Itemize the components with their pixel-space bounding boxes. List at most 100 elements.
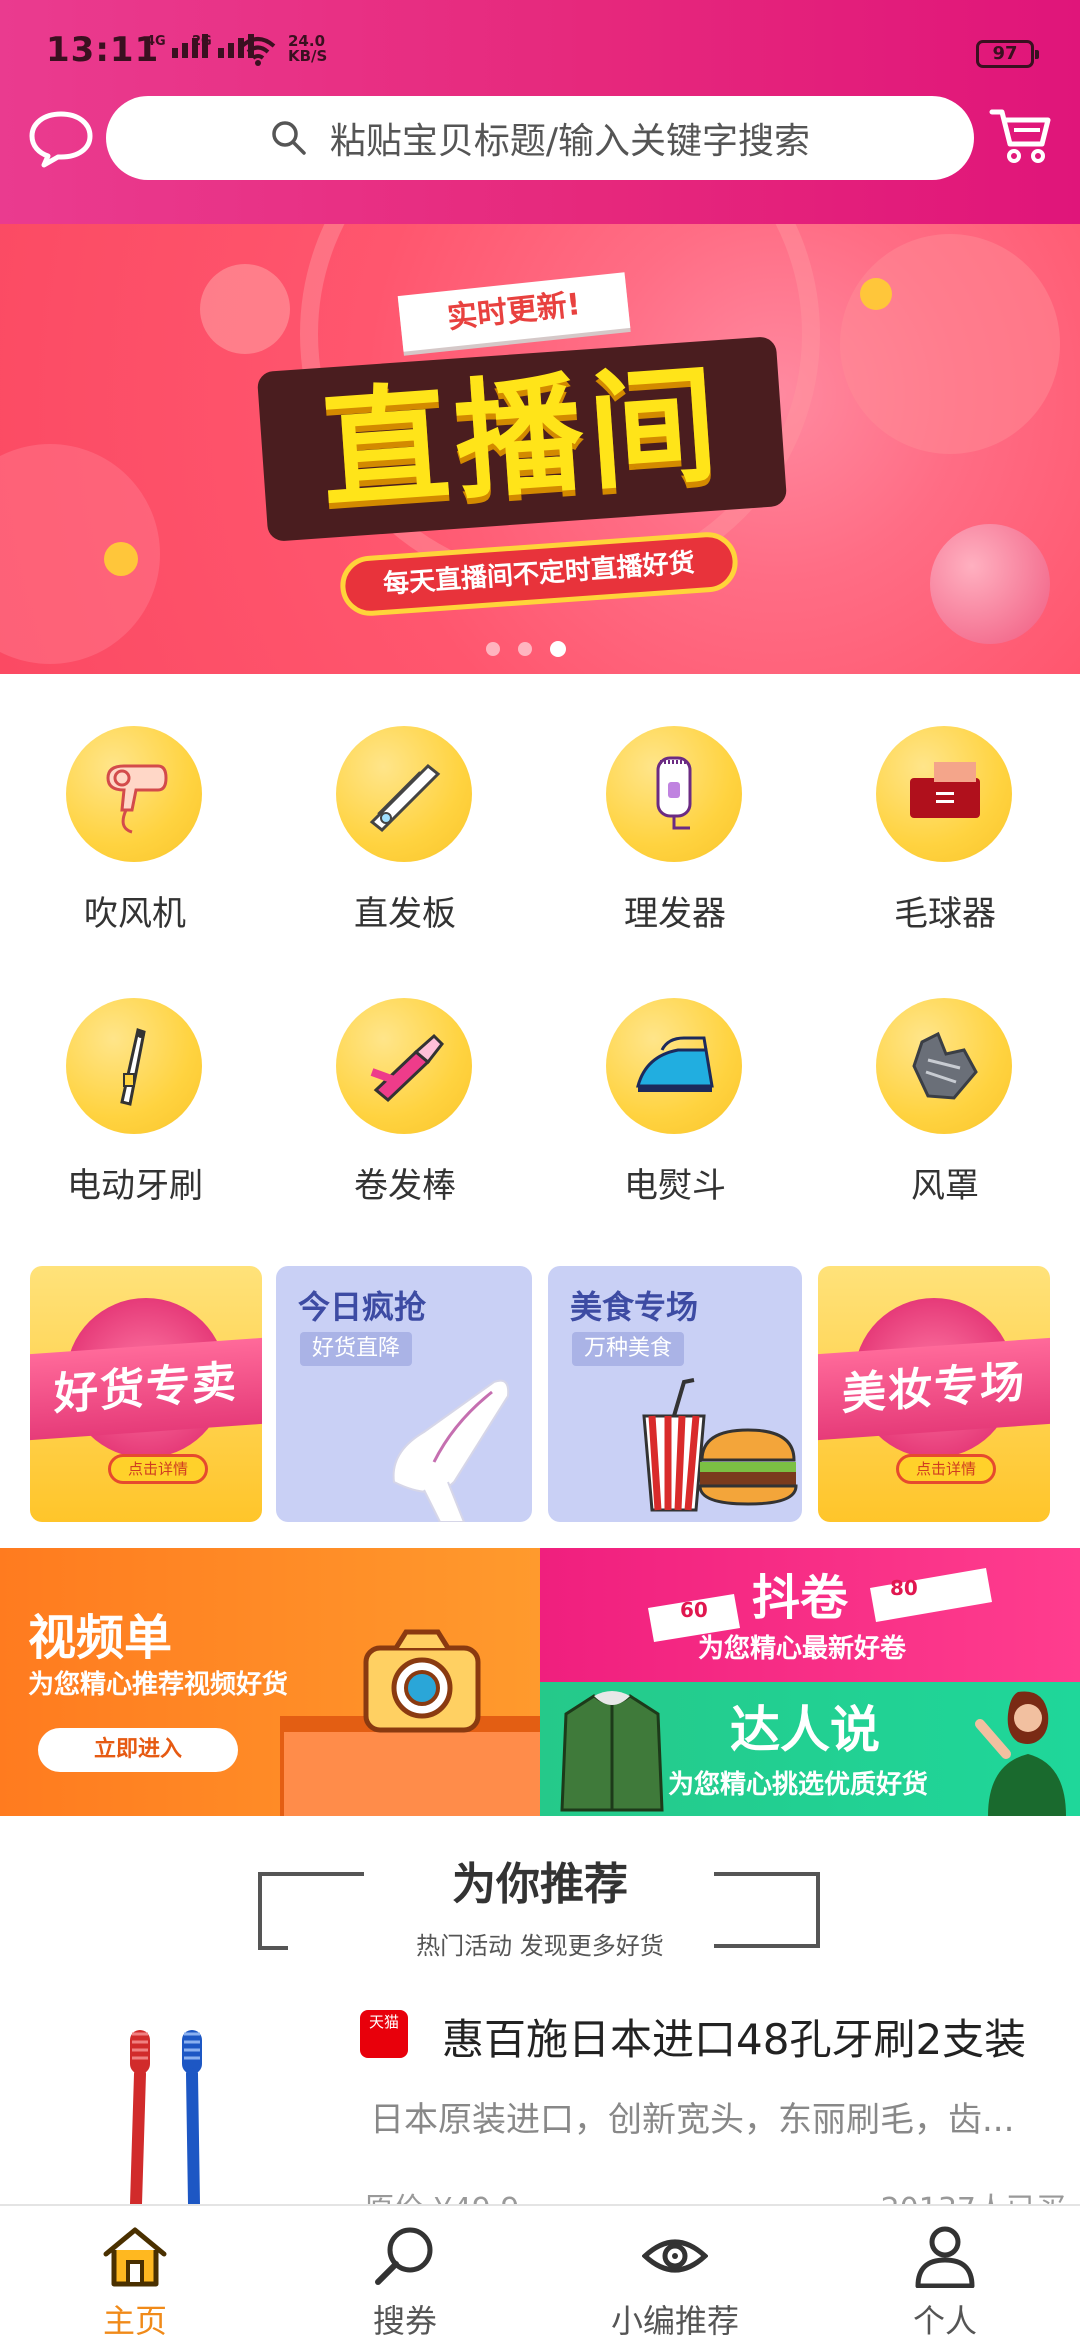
product-description: 日本原装进口，创新宽头，东丽刷毛，齿... (370, 2100, 1015, 2140)
search-icon (375, 2227, 433, 2285)
wifi-icon (240, 37, 276, 66)
hair-straightener-icon (336, 726, 472, 862)
iron-icon (606, 998, 742, 1134)
hair-dryer-product-icon (392, 1379, 510, 1522)
category-curling-iron[interactable]: 卷发棒 (270, 972, 540, 1242)
recommend-header: 为你推荐 热门活动 发现更多好货 (0, 1836, 1080, 1976)
promo-tag: 好货直降 (300, 1332, 413, 1366)
tab-label: 搜券 (372, 2302, 437, 2340)
category-diffuser[interactable]: 风罩 (810, 972, 1080, 1242)
promo-row: 好货专卖 点击详情 今日疯抢 好货直降 美食专场 万种美食 美妆专场 点击详情 (0, 1262, 1080, 1526)
jacket-icon (560, 1691, 664, 1812)
electric-toothbrush-icon (66, 998, 202, 1134)
recommend-subtitle: 热门活动 发现更多好货 (416, 1932, 664, 1960)
tmall-badge-label: 天猫 (368, 2013, 399, 2031)
category-label: 直发板 (354, 894, 456, 934)
promo-card-good-goods[interactable]: 好货专卖 点击详情 (30, 1266, 262, 1522)
home-icon (103, 2227, 167, 2287)
tab-label: 个人 (912, 2302, 977, 2340)
search-bar[interactable]: 粘贴宝贝标题/输入关键字搜索 (106, 96, 974, 180)
influencer-title: 达人说 (730, 1701, 880, 1759)
category-iron[interactable]: 电熨斗 (540, 972, 810, 1242)
promo-card-beauty[interactable]: 美妆专场 点击详情 (818, 1266, 1050, 1522)
category-hair-dryer[interactable]: 吹风机 (0, 700, 270, 970)
model-figure-icon (975, 1691, 1066, 1816)
category-hair-straightener[interactable]: 直发板 (270, 700, 540, 970)
banner-title: 直播间 (256, 336, 788, 542)
enter-button[interactable]: 立即进入 (38, 1728, 238, 1772)
burger-drink-icon (642, 1378, 798, 1512)
hair-clipper-icon (606, 726, 742, 862)
promo-cta: 点击详情 (896, 1454, 996, 1484)
eye-icon (642, 2239, 708, 2273)
coupon-title: 抖卷 (752, 1570, 849, 1626)
coupon-value: 80 (890, 1576, 918, 1600)
carousel-dot-active[interactable] (550, 641, 566, 657)
category-label: 电熨斗 (624, 1166, 726, 1206)
feature-section: 视频单 为您精心推荐视频好货 立即进入 60 80 抖卷 为您精心最新好卷 达人… (0, 1548, 1080, 1816)
status-bar: 13:11 4G 2G 24.0 KB/S 97 (0, 0, 1080, 90)
category-grid: 吹风机 直发板 理发器 毛球器 电动牙刷 卷发棒 电熨斗 风罩 (0, 700, 1080, 1240)
tab-search[interactable]: 搜券 (270, 2206, 540, 2340)
category-lint-remover[interactable]: 毛球器 (810, 700, 1080, 970)
network-2g-label: 2G (192, 34, 212, 49)
category-label: 理发器 (624, 894, 726, 934)
product-original-price: 原价 ¥49.9 (364, 2184, 519, 2204)
video-title: 视频单 (28, 1610, 173, 1666)
promo-tag: 万种美食 (572, 1332, 685, 1366)
category-electric-toothbrush[interactable]: 电动牙刷 (0, 972, 270, 1242)
coupon-subtitle: 为您精心最新好卷 (698, 1634, 907, 1664)
banner-subtitle: 每天直播间不定时直播好货 (338, 530, 740, 618)
lint-remover-icon (876, 726, 1012, 862)
tab-profile[interactable]: 个人 (810, 2206, 1080, 2340)
tab-home[interactable]: 主页 (0, 2206, 270, 2340)
category-label: 卷发棒 (354, 1166, 456, 1206)
tab-label: 主页 (102, 2302, 167, 2340)
hair-dryer-icon (66, 726, 202, 862)
carousel-dot[interactable] (518, 642, 532, 656)
category-hair-clipper[interactable]: 理发器 (540, 700, 810, 970)
coupon-value: 60 (680, 1598, 708, 1622)
promo-card-food[interactable]: 美食专场 万种美食 (548, 1266, 802, 1522)
carousel-dots[interactable] (486, 641, 566, 657)
tab-label: 小编推荐 (610, 2302, 739, 2340)
recommend-title: 为你推荐 (452, 1859, 628, 1910)
tab-editor-picks[interactable]: 小编推荐 (540, 2206, 810, 2340)
video-subtitle: 为您精心推荐视频好货 (28, 1670, 289, 1700)
carousel-dot[interactable] (486, 642, 500, 656)
home-page: 13:11 4G 2G 24.0 KB/S 97 粘贴宝贝标题/输入关键字搜索 … (0, 0, 1080, 2340)
camera-icon (363, 1629, 481, 1733)
promo-title: 美食专场 (570, 1288, 699, 1326)
speed-unit: KB/S (288, 47, 328, 65)
influencer-panel[interactable]: 达人说 为您精心挑选优质好货 (540, 1682, 1080, 1816)
diffuser-icon (876, 998, 1012, 1134)
search-placeholder: 粘贴宝贝标题/输入关键字搜索 (329, 121, 811, 162)
product-sold-count: 20137人已买 (881, 2184, 1066, 2204)
category-label: 毛球器 (894, 894, 996, 934)
coupon-ticket-icon (870, 1568, 992, 1622)
coupon-panel[interactable]: 60 80 抖卷 为您精心最新好卷 (540, 1548, 1080, 1682)
tmall-badge: 天猫 (360, 2010, 408, 2058)
status-time: 13:11 (46, 30, 160, 70)
video-list-panel[interactable]: 视频单 为您精心推荐视频好货 立即进入 (0, 1548, 540, 1816)
network-speed: 24.0 KB/S (288, 34, 327, 64)
category-label: 风罩 (911, 1166, 979, 1206)
promo-card-today[interactable]: 今日疯抢 好货直降 (276, 1266, 532, 1522)
network-4g-label: 4G (146, 34, 166, 49)
cart-icon[interactable] (988, 104, 1054, 166)
category-label: 电动牙刷 (67, 1166, 203, 1206)
live-banner[interactable]: 实时更新! 直播间 每天直播间不定时直播好货 (0, 224, 1080, 674)
promo-badge: 好货专卖 (30, 1337, 262, 1441)
category-label: 吹风机 (84, 894, 186, 934)
product-name: 惠百施日本进口48孔牙刷2支装 (442, 2015, 1027, 2064)
battery-indicator: 97 (976, 40, 1039, 68)
header: 13:11 4G 2G 24.0 KB/S 97 粘贴宝贝标题/输入关键字搜索 (0, 0, 1080, 224)
product-card[interactable]: 天猫 惠百施日本进口48孔牙刷2支装 日本原装进口，创新宽头，东丽刷毛，齿...… (0, 1996, 1080, 2204)
promo-badge: 美妆专场 (818, 1337, 1050, 1441)
search-icon (272, 121, 306, 155)
curling-iron-icon (336, 998, 472, 1134)
message-icon[interactable] (28, 108, 94, 168)
influencer-subtitle: 为您精心挑选优质好货 (668, 1770, 929, 1800)
promo-cta: 点击详情 (108, 1454, 208, 1484)
promo-title: 今日疯抢 (298, 1288, 427, 1326)
